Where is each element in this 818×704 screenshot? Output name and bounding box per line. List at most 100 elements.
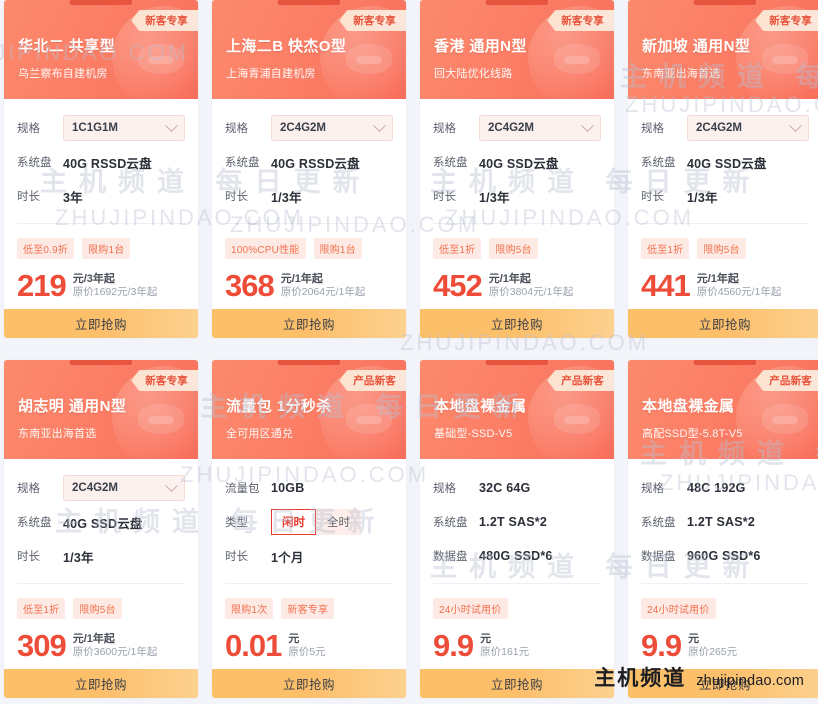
product-card[interactable]: 产品新客 流量包 1分秒杀 全可用区通兑 流量包 10GB 类型 闲时 全时 时长 1个月 限购1次… [212,360,406,698]
card-accent-bar [486,0,548,5]
card-title: 胡志明 通用N型 [18,398,127,415]
spec-select[interactable]: 2C4G2M [479,115,601,141]
buy-now-button[interactable]: 立即抢购 [420,309,614,338]
buy-now-button[interactable]: 立即抢购 [4,309,198,338]
spec-value: 10GB [271,481,305,495]
chevron-down-icon [165,478,178,492]
product-card[interactable]: 新客专享 华北二 共享型 乌兰察布自建机房规格 1C1G1M 系统盘 40G RSSD云盘… [4,0,198,338]
card-promo-section: 24小时试用价 9.9 元原价161元 [420,573,614,669]
buy-now-button[interactable]: 立即抢购 [212,669,406,698]
price-unit: 元 [480,632,492,645]
spec-value: 48C 192G [687,481,746,495]
price-unit: 元/3年起 [72,272,115,285]
promo-tag: 24小时试用价 [433,598,508,619]
price-block: 9.9 元原价161元 [433,630,601,661]
price-block: 441 元/1年起 原价4560元/1年起 [641,270,809,300]
spec-select[interactable]: 1C1G1M [63,115,185,141]
spec-label: 规格 [433,123,456,135]
card-badge: 产品新客 [547,370,614,391]
header-decoration-bar-icon [148,416,174,424]
product-card[interactable]: 新客专享 上海二B 快杰O型 上海青浦自建机房 规格 2C4G2M 系统盘 40G RSSD… [212,0,406,338]
spec-label: 规格 [225,123,248,135]
card-header: 产品新客 流量包 1分秒杀 全可用区通兑 [212,360,406,459]
price-amount: 368 [225,268,275,303]
chevron-down-icon [373,118,386,132]
spec-value: 1.2T SAS*2 [479,515,548,529]
promo-tag: 100%CPU性能 [225,238,306,259]
spec-row: 系统盘 1.2T SAS*2 [433,505,601,539]
price-unit: 元/1年起 [488,272,531,285]
spec-select[interactable]: 2C4G2M [271,115,393,141]
spec-row: 规格 1C1G1M [17,111,185,145]
product-card[interactable]: 新客专享 新加坡 通用N型 东南亚出海首选 规格 2C4G2M 系统盘 40G SSD云盘时… [628,0,818,338]
segment-option[interactable]: 闲时 [271,509,316,535]
header-decoration-bar-icon [356,56,382,64]
spec-label: 时长 [433,191,456,203]
spec-label: 时长 [641,191,664,203]
spec-select[interactable]: 2C4G2M [63,475,185,501]
card-header: 新客专享 上海二B 快杰O型 上海青浦自建机房 [212,0,406,99]
card-title: 本地盘裸金属 [434,398,527,415]
segment-option[interactable]: 全时 [316,509,361,535]
spec-row: 系统盘 40G SSD云盘 [17,505,185,539]
price-block: 9.9 元原价265元 [641,630,809,660]
promo-tag: 低至1折 [433,238,482,259]
spec-select-value: 2C4G2M [280,122,327,134]
price-unit: 元/1年起 [72,632,115,645]
card-subtitle: 高配SSD型-5.8T-V5 [642,428,743,440]
spec-row: 系统盘 40G RSSD云盘 [17,145,185,179]
price-details: 元原价161元 [480,633,529,661]
card-header: 产品新客 本地盘裸金属 高配SSD型-5.8T-V5 [628,360,818,459]
card-subtitle: 基础型-SSD-V5 [434,428,513,440]
card-promo-section: 24小时试用价 9.9 元原价265元 [628,573,818,669]
promo-tag-list: 低至1折 限购5台 [433,238,601,259]
spec-label: 类型 [225,517,248,529]
card-title: 新加坡 通用N型 [642,38,751,55]
spec-label: 流量包 [225,483,260,495]
buy-now-button[interactable]: 立即抢购 [420,669,614,698]
spec-row: 规格 2C4G2M [433,111,601,145]
spec-label: 规格 [641,123,664,135]
spec-label: 时长 [17,191,40,203]
divider [225,583,393,584]
spec-select[interactable]: 2C4G2M [687,115,809,141]
card-accent-bar [486,360,548,365]
spec-label: 系统盘 [433,517,468,529]
spec-select-value: 2C4G2M [488,122,535,134]
product-card[interactable]: 新客专享 胡志明 通用N型 东南亚出海首选 规格 2C4G2M 系统盘 40G SSD云盘时… [4,360,198,698]
card-header: 新客专享 华北二 共享型 乌兰察布自建机房 [4,0,198,99]
product-card[interactable]: 产品新客 本地盘裸金属 基础型-SSD-V5 规格 32C 64G 系统盘 1.2T SAS… [420,360,614,698]
price-unit: 元 [288,632,300,645]
type-segmented-control[interactable]: 闲时 全时 [271,509,361,535]
buy-now-button[interactable]: 立即抢购 [628,309,818,338]
spec-value: 1个月 [271,550,304,565]
header-decoration-bar-icon [356,416,382,424]
header-decoration-bar-icon [148,56,174,64]
card-subtitle: 东南亚出海首选 [642,68,721,80]
spec-select-value: 2C4G2M [696,122,743,134]
price-details: 元/1年起 原价3600元/1年起 [73,633,158,661]
spec-row: 时长 1/3年 [641,179,809,213]
buy-now-button[interactable]: 立即抢购 [212,309,406,338]
buy-now-button[interactable]: 立即抢购 [4,669,198,698]
promo-tag-list: 低至1折 限购5台 [17,598,185,619]
promo-tag-list: 100%CPU性能 限购1台 [225,238,393,259]
price-block: 219 元/3年起 原价1692元/3年起 [17,270,185,300]
header-decoration-bar-icon [772,56,798,64]
card-accent-bar [70,360,132,365]
price-details: 元原价5元 [288,633,325,661]
product-card[interactable]: 产品新客 本地盘裸金属 高配SSD型-5.8T-V5 规格 48C 192G 系统盘 1.2… [628,360,818,698]
spec-label: 系统盘 [641,517,676,529]
price-original: 原价265元 [688,646,738,659]
price-amount: 452 [433,268,483,303]
price-original: 原价3600元/1年起 [72,646,158,659]
spec-value: 3年 [63,190,83,205]
card-spec-list: 规格 2C4G2M 系统盘 40G SSD云盘 时长 1/3年 [4,459,198,573]
product-card[interactable]: 新客专享 香港 通用N型 回大陆优化线路 规格 2C4G2M 系统盘 40G SSD云盘 时长… [420,0,614,338]
price-original: 原价4560元/1年起 [696,286,782,299]
card-promo-section: 低至1折 限购5台 309 元/1年起 原价3600元/1年起 [4,573,198,669]
header-decoration-bar-icon [564,56,590,64]
card-subtitle: 乌兰察布自建机房 [18,68,108,80]
price-unit: 元/1年起 [280,272,323,285]
card-subtitle: 上海青浦自建机房 [226,68,316,80]
